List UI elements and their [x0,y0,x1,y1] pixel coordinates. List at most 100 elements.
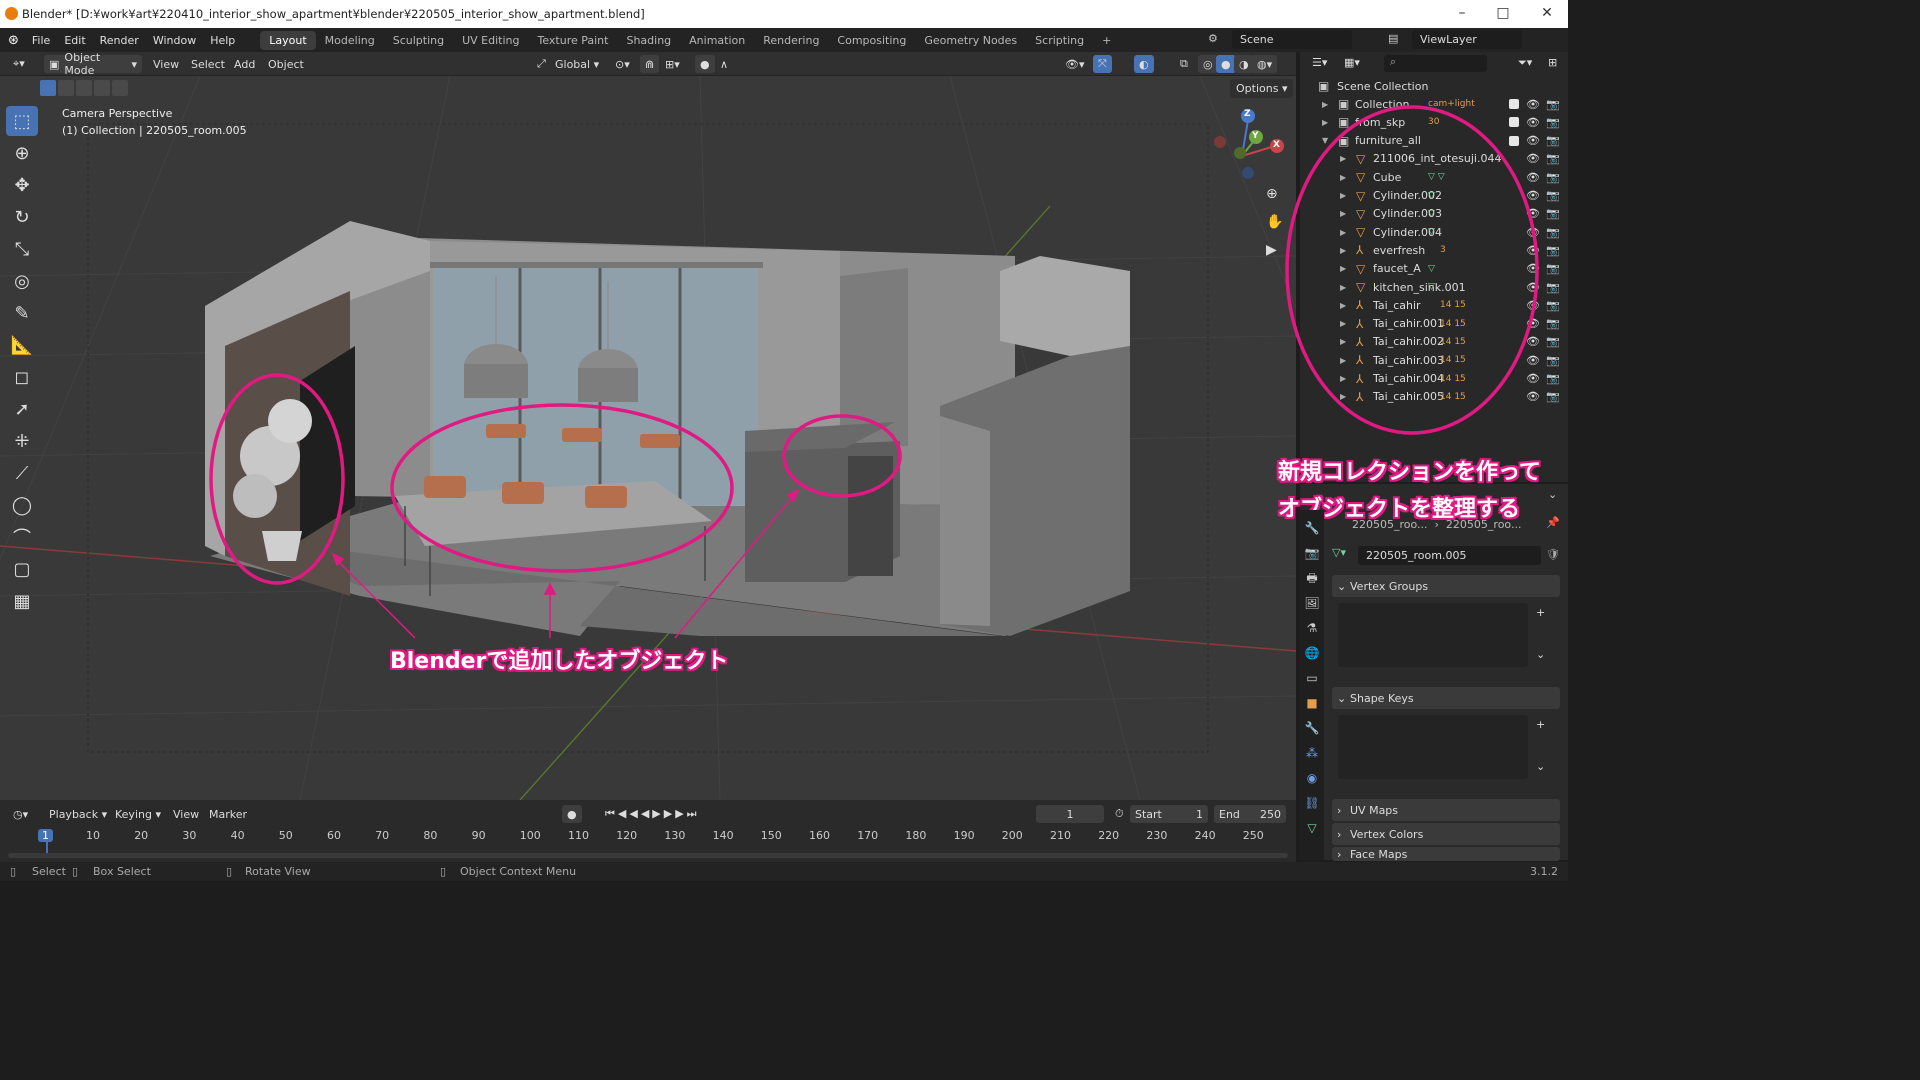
view-layer-tab-icon[interactable]: 🖼 [1300,591,1324,616]
data-tab-icon[interactable]: ▽ [1300,816,1324,841]
extrude-tool-icon[interactable]: ⁜ [6,426,38,456]
add-cube-tool-icon[interactable]: ◻ [6,362,38,392]
end-frame-field[interactable]: End 250 [1214,805,1286,823]
select-new-icon[interactable] [40,80,56,96]
tab-rendering[interactable]: Rendering [754,31,828,50]
transform-orientation-dropdown[interactable]: Global ▾ [550,55,604,73]
menu-object[interactable]: Object [263,55,309,73]
vertex-group-menu-icon[interactable]: ⌄ [1536,648,1545,661]
particles-tab-icon[interactable]: ⁂ [1300,741,1324,766]
transform-tool-icon[interactable]: ◎ [6,266,38,296]
scale-tool-icon[interactable]: ⤡ [6,234,38,264]
cursor-tool-icon[interactable]: ⊕ [6,138,38,168]
new-collection-icon[interactable]: ⊞ [1548,56,1557,69]
select-intersect-icon[interactable] [112,80,128,96]
shape-keys-list[interactable] [1338,715,1528,779]
snap-icon[interactable]: ⋒ [640,55,660,73]
tab-texture-paint[interactable]: Texture Paint [528,31,617,50]
add-shape-key-button[interactable]: + [1536,718,1545,731]
plane-tool-icon[interactable]: ▢ [6,554,38,584]
collection-tab-icon[interactable]: ▭ [1300,666,1324,691]
shading-wireframe-icon[interactable]: ◎ [1198,55,1218,73]
menu-view[interactable]: View [148,55,184,73]
vertex-groups-panel-header[interactable]: ⌄ Vertex Groups [1332,575,1560,597]
tab-compositing[interactable]: Compositing [828,31,915,50]
minimize-button[interactable]: – [1447,5,1477,23]
grid-tool-icon[interactable]: ▦ [6,586,38,616]
physics-tab-icon[interactable]: ◉ [1300,766,1324,791]
menu-edit[interactable]: Edit [57,34,92,47]
menu-window[interactable]: Window [146,34,203,47]
fake-user-icon[interactable]: 🛡 [1546,548,1560,561]
blender-menu-icon[interactable]: ⊛ [8,33,19,48]
constraints-tab-icon[interactable]: ⛓ [1300,791,1324,816]
pin-icon[interactable]: 📌 [1546,516,1560,529]
mode-selector[interactable]: ▣ Object Mode ▾ [44,51,142,77]
tab-sculpting[interactable]: Sculpting [384,31,453,50]
rotate-tool-icon[interactable]: ↻ [6,202,38,232]
playback-controls[interactable]: ⏮◀◀◀▶▶▶⏭ [600,805,705,823]
start-frame-field[interactable]: Start 1 [1130,805,1208,823]
timeline-scrollbar[interactable] [8,853,1288,858]
shape-key-menu-icon[interactable]: ⌄ [1536,760,1545,773]
overlay-toggle-icon[interactable]: ◐ [1134,55,1154,73]
outliner-editor-icon[interactable]: ☰▾ [1312,56,1327,69]
collapse-header-icon[interactable]: ⌄ [1548,488,1557,501]
gizmo-toggle-icon[interactable]: ⤧ [1093,55,1112,73]
visibility-icon[interactable]: 👁▾ [1060,55,1090,73]
add-vertex-group-button[interactable]: + [1536,606,1545,619]
curve-tool-icon[interactable]: ⌒ [6,522,38,552]
render-tab-icon[interactable]: 📷 [1300,541,1324,566]
scene-selector[interactable]: Scene [1232,30,1352,49]
viewlayer-selector[interactable]: ViewLayer [1412,30,1522,49]
object-tab-icon[interactable]: ■ [1300,691,1324,716]
menu-select[interactable]: Select [186,55,230,73]
zoom-icon[interactable]: ⊕ [1266,186,1278,202]
pivot-icon[interactable]: ⊙▾ [610,55,635,73]
xray-icon[interactable]: ⧉ [1175,55,1193,73]
world-tab-icon[interactable]: 🌐 [1300,641,1324,666]
measure-tool-icon[interactable]: 📐 [6,330,38,360]
output-tab-icon[interactable]: 🖶 [1300,566,1324,591]
proportional-edit-icon[interactable]: ● [695,55,715,73]
select-extend-icon[interactable] [58,80,74,96]
outliner-search-input[interactable]: ⌕ [1384,55,1487,72]
timeline-editor-icon[interactable]: ◷▾ [8,805,33,823]
gizmo-y-label[interactable]: Y [1252,131,1259,141]
knife-tool-icon[interactable]: ⟋ [6,458,38,488]
tab-animation[interactable]: Animation [680,31,754,50]
menu-help[interactable]: Help [203,34,242,47]
circle-tool-icon[interactable]: ◯ [6,490,38,520]
gizmo-z-label[interactable]: Z [1244,109,1251,119]
annotate-tool-icon[interactable]: ✎ [6,298,38,328]
shading-rendered-icon[interactable]: ◍▾ [1252,55,1278,73]
timeline-view-menu[interactable]: View [168,805,204,823]
scene-tab-icon[interactable]: ⚗ [1300,616,1324,641]
select-subtract-icon[interactable] [76,80,92,96]
marker-menu[interactable]: Marker [204,805,252,823]
3d-viewport[interactable]: Z Y X ⊕ ✋ ▶ Camera Perspective (1) Colle… [0,76,1296,800]
shading-solid-icon[interactable]: ● [1216,55,1236,73]
tab-scripting[interactable]: Scripting [1026,31,1093,50]
maximize-button[interactable]: □ [1488,5,1518,23]
vertex-colors-panel-header[interactable]: › Vertex Colors [1332,823,1560,845]
snap-target-icon[interactable]: ⊞▾ [660,55,685,73]
modifier-tab-icon[interactable]: 🔧 [1300,716,1324,741]
tab-shading[interactable]: Shading [617,31,680,50]
options-dropdown[interactable]: Options ▾ [1230,79,1294,98]
filter-icon[interactable]: ⏷▾ [1518,56,1532,70]
uv-maps-panel-header[interactable]: › UV Maps [1332,799,1560,821]
tab-uv-editing[interactable]: UV Editing [453,31,528,50]
close-button[interactable]: ✕ [1532,5,1562,23]
select-invert-icon[interactable] [94,80,110,96]
tab-modeling[interactable]: Modeling [316,31,384,50]
move-tool-icon[interactable]: ✥ [6,170,38,200]
keying-menu[interactable]: Keying ▾ [110,805,166,823]
use-preview-range-icon[interactable]: ⏱ [1110,805,1129,823]
tab-layout[interactable]: Layout [260,30,316,50]
menu-add[interactable]: Add [229,55,260,73]
gizmo-x-label[interactable]: X [1273,140,1280,150]
menu-render[interactable]: Render [93,34,146,47]
add-workspace-button[interactable]: + [1093,31,1120,50]
falloff-icon[interactable]: ∧ [715,55,733,73]
